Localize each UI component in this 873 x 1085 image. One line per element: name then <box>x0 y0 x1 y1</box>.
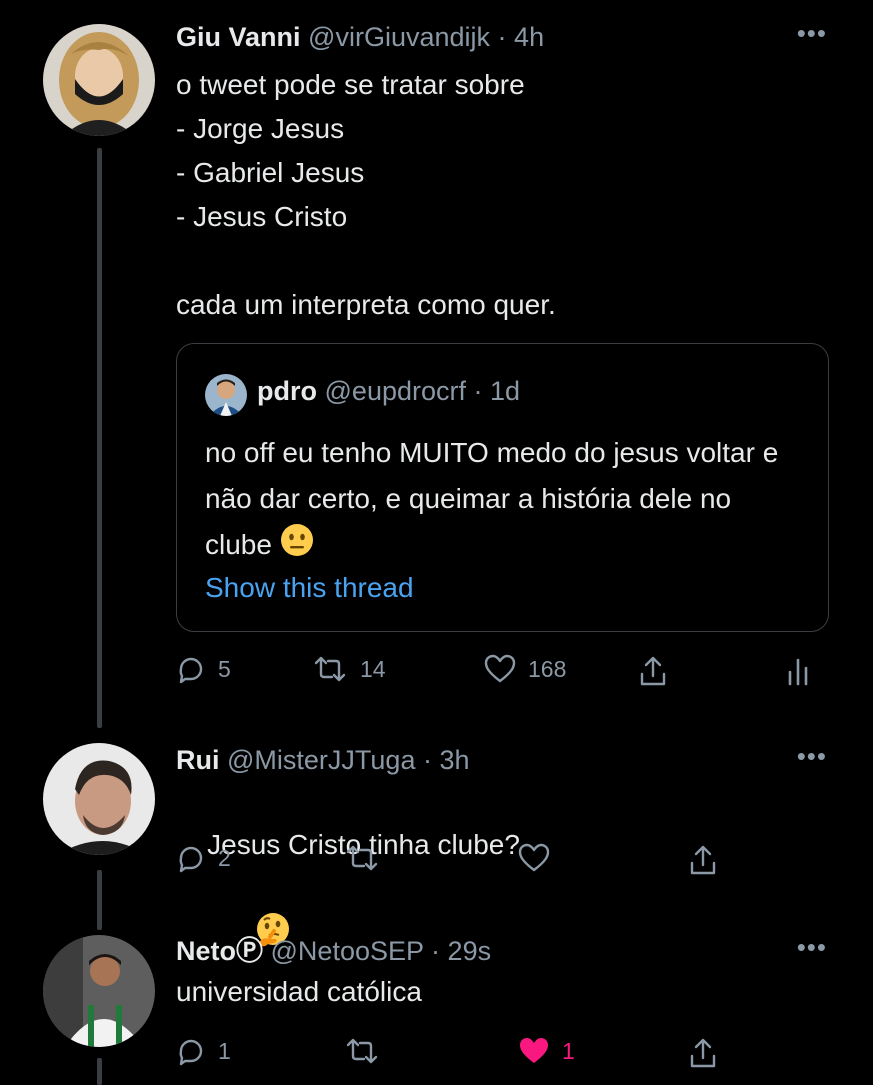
like-button[interactable]: 168 <box>484 654 566 684</box>
quote-display-name: pdro <box>257 376 317 406</box>
reply-count: 1 <box>218 1037 231 1064</box>
display-name[interactable]: Rui <box>176 745 220 775</box>
heart-icon <box>518 843 550 872</box>
thread-line-2 <box>97 870 102 930</box>
share-button[interactable] <box>688 1036 718 1070</box>
retweet-icon <box>314 656 346 682</box>
share-icon <box>690 845 716 875</box>
tweet-header: Giu Vanni @virGiuvandijk · 4h <box>176 20 833 54</box>
reply-count: 5 <box>218 655 231 682</box>
tweet-time[interactable]: 29s <box>448 936 492 966</box>
user-handle[interactable]: @NetooSEP <box>271 936 424 966</box>
like-button[interactable] <box>518 843 550 873</box>
tweet-time[interactable]: 3h <box>440 745 470 775</box>
retweet-count: 14 <box>360 655 386 682</box>
avatar-rui[interactable] <box>43 743 155 855</box>
heart-filled-icon <box>520 1038 548 1063</box>
heart-icon <box>484 654 516 683</box>
tweet-text: o tweet pode se tratar sobre - Jorge Jes… <box>176 69 556 320</box>
separator-dot: · <box>422 745 432 775</box>
retweet-button[interactable]: 14 <box>312 654 386 684</box>
share-icon <box>690 1038 716 1068</box>
thread-line-1 <box>97 148 102 728</box>
user-handle[interactable]: @MisterJJTuga <box>227 745 415 775</box>
thread-line-3 <box>97 1058 102 1085</box>
reply-button[interactable]: 2 <box>176 843 231 873</box>
reply-icon <box>179 846 203 873</box>
quote-time: 1d <box>490 376 521 406</box>
like-count: 168 <box>528 655 567 682</box>
avatar-neto[interactable] <box>43 935 155 1047</box>
tweet-time[interactable]: 4h <box>514 22 544 52</box>
tweet-giu: Giu Vanni @virGiuvandijk · 4h ••• o twee… <box>176 20 833 327</box>
tweet-actions: 1 1 <box>176 1036 816 1076</box>
more-options-icon[interactable]: ••• <box>797 20 827 46</box>
reply-icon <box>179 657 203 684</box>
tweet-text: universidad católica <box>176 976 422 1007</box>
more-options-icon[interactable]: ••• <box>797 743 827 769</box>
show-thread-link[interactable]: Show this thread <box>205 572 414 604</box>
tweet-actions: 5 14 168 <box>176 654 816 694</box>
display-name-text: Neto <box>176 936 236 966</box>
quote-text-block: no off eu tenho MUITO medo do jesus volt… <box>205 430 805 571</box>
separator-dot: · <box>431 936 441 966</box>
separator-dot: · <box>473 376 483 406</box>
tweet-header: Rui @MisterJJTuga · 3h <box>176 743 833 777</box>
retweet-icon <box>346 1038 378 1064</box>
analytics-button[interactable] <box>786 654 810 688</box>
reply-count: 2 <box>218 844 231 871</box>
separator-dot: · <box>497 22 507 52</box>
tweet-actions: 2 <box>176 843 816 883</box>
quote-user-handle: @eupdrocrf <box>324 376 466 406</box>
analytics-icon <box>788 658 808 686</box>
tweet-neto: NetoⓅ @NetooSEP · 29s ••• universidad ca… <box>176 934 833 1014</box>
share-button[interactable] <box>638 654 668 688</box>
reply-icon <box>179 1039 203 1066</box>
avatar-pdro <box>205 374 247 416</box>
neutral-face-emoji-icon <box>280 523 314 571</box>
more-options-icon[interactable]: ••• <box>797 934 827 960</box>
display-name[interactable]: Giu Vanni <box>176 22 301 52</box>
quoted-tweet[interactable]: pdro @eupdrocrf · 1d no off eu tenho MUI… <box>176 343 829 632</box>
share-icon <box>640 656 666 686</box>
user-handle[interactable]: @virGiuvandijk <box>308 22 490 52</box>
share-button[interactable] <box>688 843 718 877</box>
display-name[interactable]: NetoⓅ <box>176 936 263 966</box>
like-count: 1 <box>562 1037 575 1064</box>
reply-button[interactable]: 5 <box>176 654 231 684</box>
reply-button[interactable]: 1 <box>176 1036 231 1066</box>
tweet-header: NetoⓅ @NetooSEP · 29s <box>176 934 833 968</box>
name-badge: Ⓟ <box>236 936 263 966</box>
retweet-button[interactable] <box>344 1036 380 1066</box>
like-button[interactable]: 1 <box>518 1036 575 1066</box>
retweet-icon <box>346 845 378 871</box>
retweet-button[interactable] <box>344 843 380 873</box>
avatar-giu[interactable] <box>43 24 155 136</box>
quote-header: pdro @eupdrocrf · 1d <box>257 376 520 407</box>
